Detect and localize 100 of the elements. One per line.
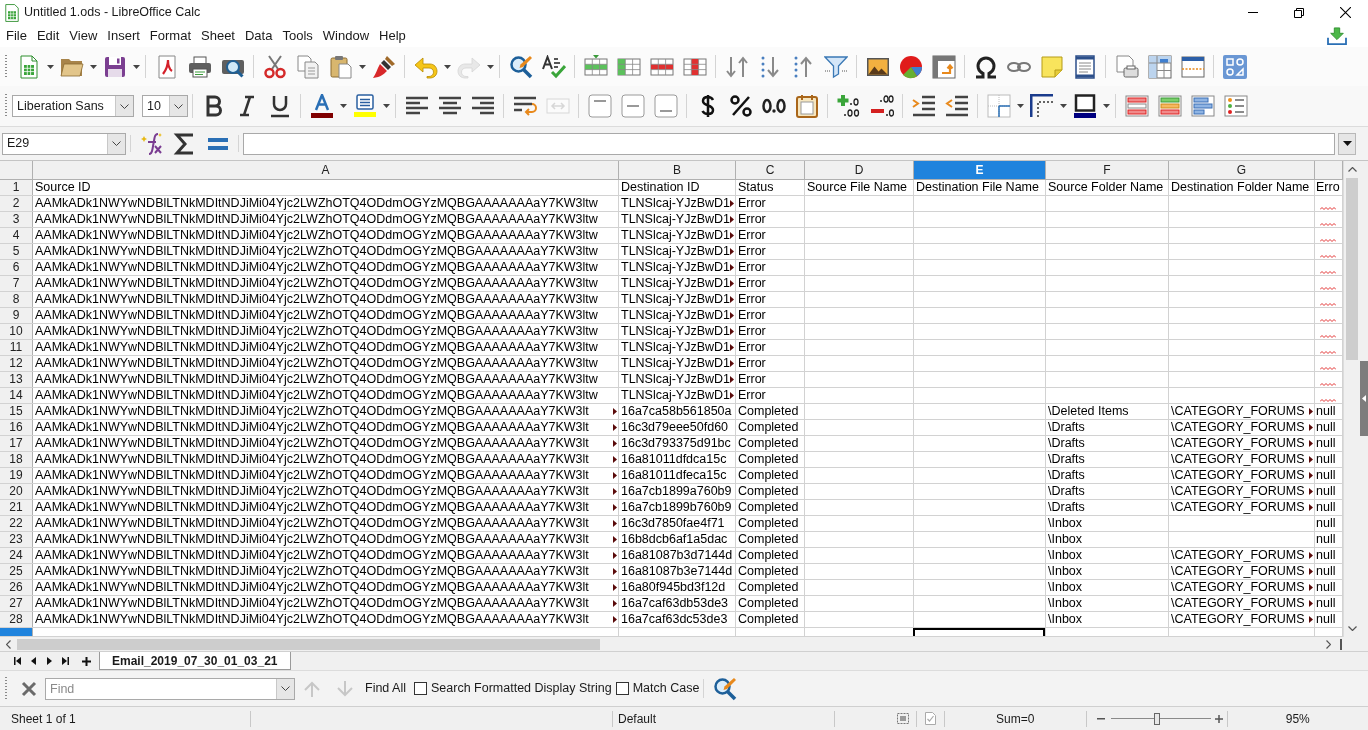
align-middle-icon[interactable] (620, 94, 645, 118)
vertical-scrollbar[interactable] (1343, 161, 1360, 637)
add-sheet-icon[interactable] (81, 656, 91, 666)
menu-item[interactable]: Sheet (196, 26, 240, 46)
checkbox-label[interactable]: Search Formatted Display String (431, 679, 612, 698)
row-header[interactable]: 5 (0, 244, 33, 259)
download-icon[interactable] (1327, 27, 1347, 45)
delete-decimal-icon[interactable] (869, 94, 894, 118)
font-size-box[interactable]: 10 (142, 95, 188, 117)
row-header[interactable]: 8 (0, 292, 33, 307)
icon-set-icon[interactable] (1223, 94, 1248, 118)
next-sheet-icon[interactable] (46, 657, 52, 665)
borders-icon[interactable] (986, 94, 1011, 118)
chevron-down-icon[interactable] (112, 141, 121, 146)
scissors-icon[interactable] (262, 54, 287, 79)
font-name-box[interactable]: Liberation Sans (12, 95, 134, 117)
freeze-grid-icon[interactable] (1147, 54, 1172, 79)
scroll-right-icon[interactable] (1326, 639, 1331, 649)
document-check-icon[interactable] (925, 712, 936, 725)
scroll-left-icon[interactable] (6, 639, 11, 649)
row-header[interactable]: 16 (0, 420, 33, 435)
caret-icon[interactable] (358, 64, 366, 69)
row-header[interactable]: 19 (0, 468, 33, 483)
chevron-down-icon[interactable] (174, 103, 183, 109)
zoom-out-icon[interactable] (1096, 717, 1105, 720)
pie-chart-icon[interactable] (898, 54, 923, 79)
omega-icon[interactable] (973, 54, 998, 79)
row-header[interactable]: 10 (0, 324, 33, 339)
menu-item[interactable]: Data (240, 26, 278, 46)
row-header[interactable]: 11 (0, 340, 33, 355)
menu-item[interactable]: Insert (102, 26, 145, 46)
caret-icon[interactable] (382, 104, 390, 108)
name-box[interactable]: E29 (2, 132, 126, 155)
row-header[interactable]: 21 (0, 500, 33, 515)
first-sheet-icon[interactable] (13, 657, 21, 665)
menu-item[interactable]: Window (317, 26, 375, 46)
selection-icon[interactable] (896, 713, 909, 724)
slider-thumb[interactable] (1153, 712, 1160, 725)
menu-item[interactable]: Help (374, 26, 411, 46)
menu-item[interactable]: File (1, 26, 32, 46)
split-window-icon[interactable] (1180, 54, 1205, 79)
checkbox[interactable] (414, 682, 427, 695)
column-header[interactable]: B (619, 161, 736, 179)
clipboard-icon[interactable] (328, 54, 353, 79)
menu-item[interactable]: Edit (31, 26, 65, 46)
caret-icon[interactable] (1059, 104, 1067, 108)
column-header[interactable]: A (33, 161, 619, 179)
row-header[interactable]: 17 (0, 436, 33, 451)
formula-input-field[interactable] (243, 132, 1335, 155)
caret-icon[interactable] (339, 104, 347, 108)
horizontal-scrollbar-thumb[interactable] (17, 638, 600, 650)
caret-icon[interactable] (46, 64, 54, 69)
paintbrush-icon[interactable] (371, 54, 396, 79)
add-decimal-icon[interactable] (836, 94, 861, 118)
grip-handle-icon[interactable] (5, 54, 7, 79)
align-bottom-icon[interactable] (653, 94, 678, 118)
find-replace-icon[interactable] (712, 676, 737, 701)
find-all-button[interactable]: Find All (361, 677, 410, 700)
caret-icon[interactable] (132, 64, 140, 69)
shapes-icon[interactable] (1222, 54, 1247, 79)
find-box[interactable]: Find (45, 677, 295, 700)
caret-icon[interactable] (1016, 104, 1024, 108)
caret-icon[interactable] (486, 64, 494, 69)
filter-icon[interactable] (823, 54, 848, 79)
find-field[interactable]: Find (46, 678, 276, 699)
equals-icon[interactable] (207, 137, 228, 150)
indent-decrease-icon[interactable] (944, 94, 969, 118)
chevron-down-icon[interactable] (281, 686, 290, 691)
column-header[interactable]: E (914, 161, 1046, 179)
row-header[interactable]: 28 (0, 612, 33, 627)
indent-increase-icon[interactable] (911, 94, 936, 118)
row-header[interactable]: 7 (0, 276, 33, 291)
restore-icon[interactable] (1294, 7, 1304, 18)
sort-icon[interactable] (724, 54, 749, 79)
pivot-table-icon[interactable] (931, 54, 956, 79)
menu-item[interactable]: Format (144, 26, 196, 46)
highlight-color-icon[interactable] (352, 94, 377, 118)
row-header[interactable]: 15 (0, 404, 33, 419)
zoom-percent-text[interactable]: 95% (1285, 709, 1310, 728)
row-header[interactable]: 22 (0, 516, 33, 531)
document-lines-icon[interactable] (1072, 54, 1097, 79)
row-header[interactable]: 14 (0, 388, 33, 403)
sidebar-toggle-icon[interactable] (1360, 361, 1368, 436)
scroll-down-icon[interactable] (1347, 626, 1357, 631)
checkbox-label[interactable]: Match Case (632, 679, 700, 698)
close-icon[interactable] (1339, 7, 1351, 18)
row-header[interactable]: 9 (0, 308, 33, 323)
row-header[interactable]: 13 (0, 372, 33, 387)
column-header[interactable]: C (736, 161, 805, 179)
row-header[interactable]: 2 (0, 196, 33, 211)
align-top-icon[interactable] (587, 94, 612, 118)
menu-item[interactable]: Tools (277, 26, 318, 46)
find-replace-icon[interactable] (508, 54, 533, 79)
calendar-icon[interactable] (794, 94, 819, 118)
font-color-icon[interactable] (309, 94, 334, 118)
checkbox[interactable] (615, 682, 629, 695)
grip-handle-icon[interactable] (5, 676, 7, 701)
caret-icon[interactable] (1102, 104, 1110, 108)
row-header[interactable]: 27 (0, 596, 33, 611)
zoom-in-icon[interactable] (1214, 714, 1223, 723)
